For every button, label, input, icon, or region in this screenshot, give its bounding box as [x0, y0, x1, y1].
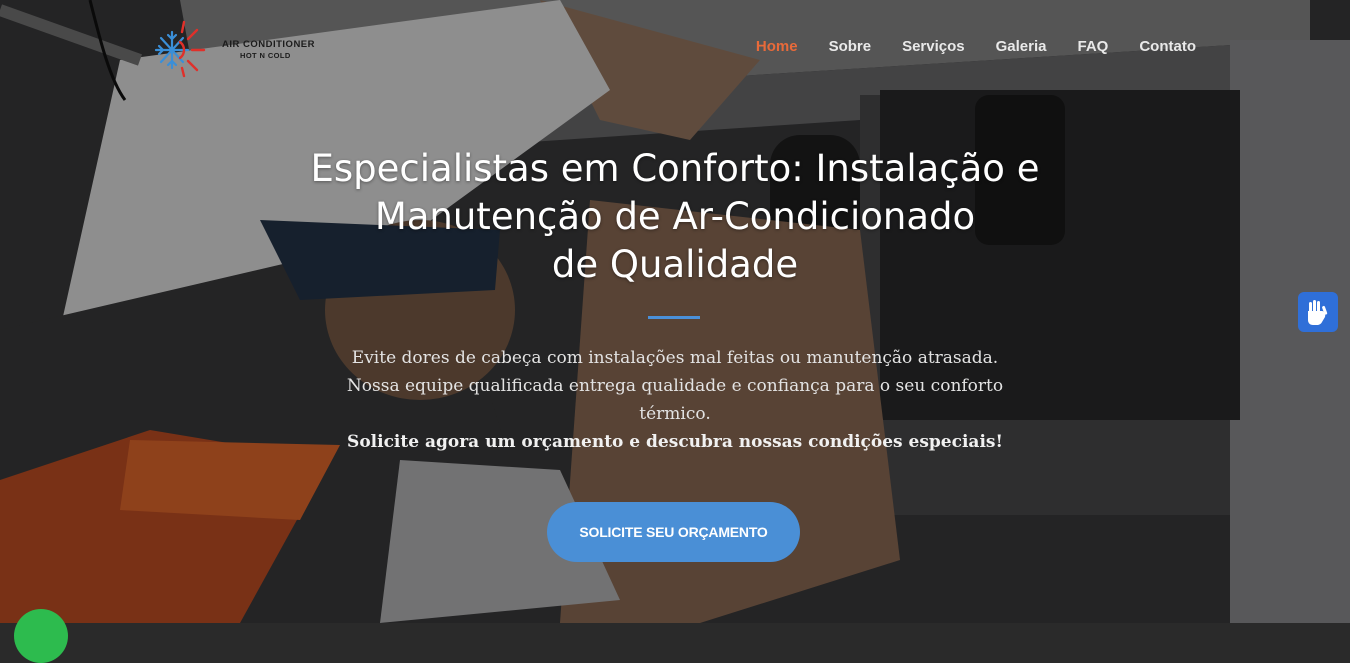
logo-line-1: AIR CONDITIONER: [222, 39, 315, 50]
headline-divider: [648, 316, 700, 319]
nav-item-servicos[interactable]: Serviços: [902, 38, 965, 55]
site-logo[interactable]: AIR CONDITIONER HOT N COLD: [150, 18, 325, 78]
description-line-3: térmico.: [639, 404, 711, 424]
nav-item-galeria[interactable]: Galeria: [996, 38, 1047, 55]
headline-line-1: Especialistas em Conforto: Instalação e: [310, 147, 1040, 190]
request-quote-button[interactable]: SOLICITE SEU ORÇAMENTO: [547, 502, 800, 562]
headline-line-3: de Qualidade: [551, 243, 799, 286]
hero-headline: Especialistas em Conforto: Instalação e …: [280, 145, 1070, 289]
description-line-1: Evite dores de cabeça com instalações ma…: [351, 348, 999, 368]
description-line-2: Nossa equipe qualificada entrega qualida…: [346, 376, 1004, 396]
hero-call-to-action-text: Solicite agora um orçamento e descubra n…: [347, 432, 1003, 452]
whatsapp-chat-button[interactable]: [14, 609, 68, 663]
sign-language-hands-icon: [1308, 300, 1328, 325]
snowflake-sun-logo-icon: [154, 20, 206, 78]
headline-line-2: Manutenção de Ar-Condicionado: [374, 195, 976, 238]
nav-item-sobre[interactable]: Sobre: [829, 38, 872, 55]
logo-wordmark: AIR CONDITIONER HOT N COLD: [222, 39, 315, 61]
accessibility-widget-button[interactable]: [1298, 292, 1338, 332]
nav-item-faq[interactable]: FAQ: [1078, 38, 1109, 55]
nav-item-home[interactable]: Home: [756, 38, 798, 55]
hero-description: Evite dores de cabeça com instalações ma…: [320, 344, 1030, 456]
nav-item-contato[interactable]: Contato: [1139, 38, 1196, 55]
logo-line-2: HOT N COLD: [240, 51, 291, 60]
main-nav: Home Sobre Serviços Galeria FAQ Contato: [725, 38, 1196, 55]
